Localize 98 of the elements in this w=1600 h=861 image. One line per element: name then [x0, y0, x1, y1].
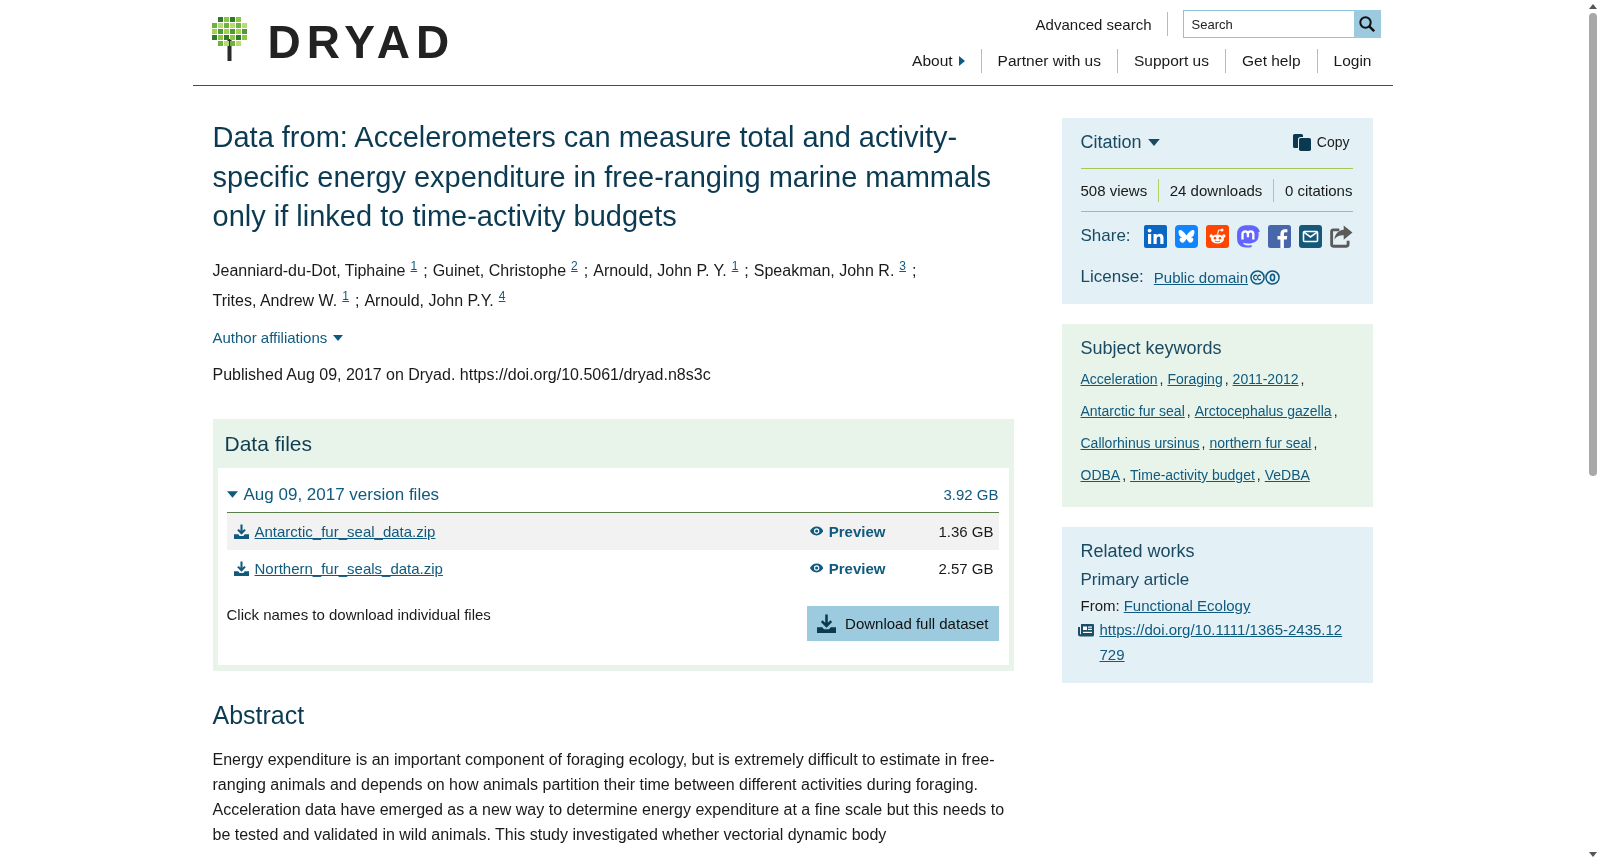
separator-text: , [1122, 467, 1127, 483]
share-label: Share: [1080, 226, 1131, 246]
separator-text: , [1256, 467, 1261, 483]
cc0-icon [1250, 269, 1281, 285]
keyword-link[interactable]: Antarctic fur seal [1080, 403, 1185, 419]
linkedin-share-icon[interactable] [1143, 224, 1167, 248]
related-works-heading: Related works [1080, 540, 1196, 563]
doi-link[interactable]: https://doi.org/10.1111/1365-2435.12729 [1099, 618, 1347, 667]
caret-right-icon [958, 56, 965, 66]
author-name: Speakman, John R. [753, 261, 895, 279]
reddit-share-icon[interactable] [1205, 224, 1229, 248]
preview-button[interactable]: Preview [809, 522, 886, 540]
separator-text: ; [583, 261, 589, 279]
separator-text: , [1313, 435, 1318, 451]
metric-text: 24 downloads [1169, 181, 1263, 199]
nav-link[interactable]: Support us [1118, 52, 1225, 70]
eye-icon [809, 562, 823, 574]
separator-text: ; [354, 291, 360, 309]
version-toggle[interactable]: Aug 09, 2017 version files [226, 484, 440, 505]
search-button[interactable] [1353, 10, 1381, 38]
separator-text: , [1186, 403, 1191, 419]
keyword-link[interactable]: Acceleration [1080, 371, 1158, 387]
author-affiliations-toggle[interactable]: Author affiliations [212, 326, 344, 349]
author-name: Jeanniard-du-Dot, Tiphaine [212, 261, 406, 279]
download-icon [817, 613, 837, 633]
dataset-title: Data from: Accelerometers can measure total and activity-specific energy expenditure in free-ranging marine mammals only if linked to time-activity budgets [212, 120, 993, 234]
copy-button[interactable]: Copy [1292, 133, 1353, 151]
abstract-heading: Abstract [212, 699, 306, 731]
email-share-icon[interactable] [1298, 224, 1322, 248]
separator-text: , [1300, 371, 1305, 387]
caret-down-icon [1147, 138, 1160, 146]
metric-text: 0 citations [1284, 181, 1353, 199]
share-arrow-icon[interactable] [1329, 224, 1353, 248]
license-label: License: [1080, 267, 1144, 287]
keyword-link[interactable]: Callorhinus ursinus [1080, 435, 1200, 451]
newspaper-icon [1077, 623, 1094, 637]
keyword-link[interactable]: Arctocephalus gazella [1194, 403, 1332, 419]
nav-menu-button[interactable]: About [896, 52, 981, 70]
author-name: Trites, Andrew W. [212, 291, 338, 309]
publication-info: Published Aug 09, 2017 on Dryad. https://doi.org/10.5061/dryad.n8s3c [212, 364, 712, 385]
scrollbar-thumb[interactable] [1588, 13, 1597, 476]
tree-logo-icon [211, 17, 247, 61]
keyword-link[interactable]: northern fur seal [1209, 435, 1312, 451]
separator-text: ; [423, 261, 428, 279]
copy-icon [1292, 133, 1311, 151]
logo-wordmark[interactable]: DRYAD [267, 23, 456, 61]
file-link[interactable]: Northern_fur_seals_data.zip [254, 559, 443, 577]
separator-text: , [1159, 371, 1164, 387]
keywords-heading: Subject keywords [1080, 337, 1223, 360]
affiliation-link[interactable]: 4 [498, 288, 506, 303]
search-icon [1359, 16, 1375, 32]
caret-down-icon [333, 334, 344, 341]
file-size: 2.57 GB [937, 559, 994, 577]
keyword-link[interactable]: VeDBA [1264, 467, 1310, 483]
scroll-up-arrow-icon[interactable] [1588, 4, 1597, 9]
separator-text: , [1201, 435, 1206, 451]
search-field[interactable]: Search [1182, 10, 1354, 38]
data-files-heading: Data files [223, 430, 314, 457]
keyword-link[interactable]: Foraging [1167, 371, 1223, 387]
license-link[interactable]: Public domain [1153, 268, 1249, 286]
affiliation-link[interactable]: 1 [410, 258, 418, 273]
download-icon[interactable] [233, 523, 249, 539]
nav-link[interactable]: Get help [1225, 52, 1317, 70]
keyword-link[interactable]: Time-activity budget [1130, 467, 1255, 483]
source-label: From: [1080, 597, 1120, 614]
advanced-search-link[interactable]: Advanced search [1035, 15, 1152, 33]
separator-text: , [1333, 403, 1338, 419]
author-name: Guinet, Christophe [432, 261, 567, 279]
version-size: 3.92 GB [943, 486, 999, 503]
affiliation-link[interactable]: 1 [731, 258, 739, 273]
separator-text: ; [744, 261, 749, 279]
citation-toggle[interactable]: Citation [1080, 131, 1160, 153]
affiliation-link[interactable]: 2 [571, 258, 578, 273]
nav-link[interactable]: Partner with us [981, 52, 1117, 70]
keyword-link[interactable]: ODBA [1080, 467, 1121, 483]
separator-text: , [1224, 371, 1229, 387]
nav-link[interactable]: Login [1317, 52, 1372, 70]
facebook-share-icon[interactable] [1267, 224, 1291, 248]
metric-text: 508 views [1080, 181, 1148, 199]
related-type-heading: Primary article [1080, 569, 1191, 591]
download-icon[interactable] [233, 560, 249, 576]
mastodon-share-icon[interactable] [1236, 224, 1260, 248]
download-hint: Click names to download individual files [226, 605, 491, 624]
eye-icon [809, 525, 823, 537]
keyword-link[interactable]: 2011-2012 [1232, 371, 1299, 387]
scroll-down-arrow-icon[interactable] [1588, 852, 1597, 857]
file-link[interactable]: Antarctic_fur_seal_data.zip [254, 522, 436, 540]
bluesky-share-icon[interactable] [1174, 224, 1198, 248]
affiliation-link[interactable]: 1 [342, 288, 349, 303]
file-size: 1.36 GB [937, 522, 994, 540]
author-name: Arnould, John P. Y. [593, 261, 727, 279]
affiliation-link[interactable]: 3 [899, 258, 906, 273]
preview-button[interactable]: Preview [809, 559, 886, 577]
download-dataset-button[interactable]: Download full dataset [807, 605, 999, 641]
separator-text: ; [912, 261, 917, 279]
author-name: Arnould, John P.Y. [364, 291, 494, 309]
journal-link[interactable]: Functional Ecology [1123, 597, 1251, 614]
abstract-text: Energy expenditure is an important component of foraging ecology, but is extremely difficult to estimate in free-ranging animals and depends on how animals partition their time between different activities during foraging. Acceleration data have emerged as a new way to determine energy expenditure at a fine scale but this needs to be tested and validated in wild animals. This study investigated whether vectorial dynamic body [212, 749, 1006, 846]
